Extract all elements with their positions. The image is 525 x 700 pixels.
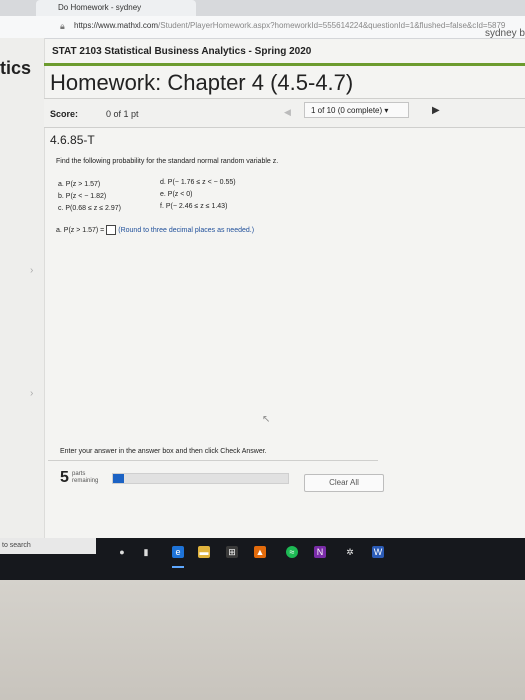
chevron-right-icon[interactable]: › bbox=[30, 265, 33, 276]
question-select[interactable]: 1 of 10 (0 complete) ▾ bbox=[304, 102, 409, 118]
parts-remaining-label: parts remaining bbox=[72, 471, 98, 485]
score-label: Score: bbox=[50, 109, 79, 119]
answer-line: a. P(z > 1.57) = (Round to three decimal … bbox=[56, 225, 254, 235]
question-instructions: Find the following probability for the s… bbox=[56, 158, 279, 165]
parts-remaining-count: 5 bbox=[60, 469, 69, 486]
mouse-cursor-icon: ↖ bbox=[262, 414, 271, 425]
user-name[interactable]: sydney b bbox=[485, 28, 525, 39]
answer-prompt: a. P(z > 1.57) = bbox=[56, 226, 105, 234]
score-value: 0 of 1 pt bbox=[106, 109, 139, 119]
edge-icon[interactable]: e bbox=[172, 546, 184, 558]
active-indicator bbox=[172, 566, 184, 568]
progress-bar bbox=[112, 473, 289, 484]
part-b: b. P(z < − 1.82) bbox=[58, 193, 107, 200]
left-panel-heading: tics bbox=[0, 58, 32, 78]
word-icon[interactable]: W bbox=[372, 546, 384, 558]
previous-question-icon[interactable]: ◀ bbox=[284, 107, 291, 118]
score-bar: Score: 0 of 1 pt ◀ 1 of 10 (0 complete) … bbox=[44, 98, 525, 128]
question-select-label: 1 of 10 (0 complete) bbox=[311, 106, 383, 115]
browser-tab-strip: Do Homework - sydney bbox=[0, 0, 525, 17]
settings-icon[interactable]: ✲ bbox=[344, 546, 356, 558]
url-path: /Student/PlayerHomework.aspx?homeworkId=… bbox=[158, 21, 506, 30]
laptop-keyboard bbox=[0, 580, 525, 700]
files-icon[interactable]: ▬ bbox=[198, 546, 210, 558]
onenote-icon[interactable]: N bbox=[314, 546, 326, 558]
lock-icon: 🔒︎ bbox=[60, 21, 65, 31]
left-panel bbox=[0, 38, 45, 548]
course-title: STAT 2103 Statistical Business Analytics… bbox=[52, 46, 312, 57]
task-view-icon[interactable]: ▮ bbox=[140, 546, 152, 558]
part-f: f. P(− 2.46 ≤ z ≤ 1.43) bbox=[160, 203, 228, 210]
chevron-right-icon[interactable]: › bbox=[30, 388, 33, 399]
spotify-icon[interactable]: ≈ bbox=[286, 546, 298, 558]
parts-label-line-1: parts bbox=[72, 471, 86, 477]
vlc-icon[interactable]: ▲ bbox=[254, 546, 266, 558]
question-id: 4.6.85-T bbox=[50, 133, 95, 147]
parts-label-line-2: remaining bbox=[72, 478, 99, 484]
part-a: a. P(z > 1.57) bbox=[58, 181, 101, 188]
browser-tab[interactable]: Do Homework - sydney bbox=[36, 0, 196, 16]
mic-icon[interactable]: ● bbox=[116, 546, 128, 558]
taskbar-search-input[interactable]: to search bbox=[0, 538, 96, 554]
url-host: https://www.mathxl.com bbox=[74, 21, 159, 30]
clear-all-button[interactable]: Clear All bbox=[304, 474, 384, 492]
next-question-icon[interactable]: ▶ bbox=[432, 105, 440, 116]
page-title: Homework: Chapter 4 (4.5-4.7) bbox=[50, 70, 354, 95]
store-icon[interactable]: ⊞ bbox=[226, 546, 238, 558]
url-text[interactable]: https://www.mathxl.com/Student/PlayerHom… bbox=[74, 21, 505, 30]
part-e: e. P(z < 0) bbox=[160, 191, 193, 198]
progress-bar-fill bbox=[113, 474, 124, 483]
answer-input[interactable] bbox=[106, 225, 117, 235]
part-d: d. P(− 1.76 ≤ z < − 0.55) bbox=[160, 179, 236, 186]
footer-instruction: Enter your answer in the answer box and … bbox=[60, 448, 267, 455]
answer-hint: (Round to three decimal places as needed… bbox=[118, 226, 255, 234]
part-c: c. P(0.68 ≤ z ≤ 2.97) bbox=[58, 205, 121, 212]
address-bar[interactable]: 🔒︎ https://www.mathxl.com/Student/Player… bbox=[0, 16, 525, 39]
footer-divider bbox=[48, 460, 378, 461]
screen: Do Homework - sydney 🔒︎ https://www.math… bbox=[0, 0, 525, 580]
header-accent-bar bbox=[44, 63, 525, 66]
